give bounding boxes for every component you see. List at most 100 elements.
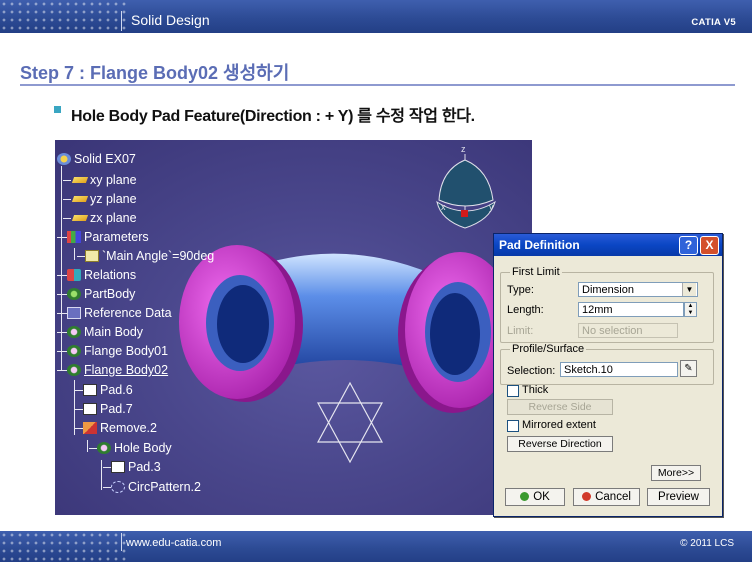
thick-checkbox[interactable] — [507, 385, 519, 397]
more-button[interactable]: More>> — [651, 465, 701, 481]
reverse-side-button: Reverse Side — [507, 399, 613, 415]
tree-item-label: Pad.3 — [128, 460, 161, 474]
tree-item-label: `Main Angle`=90deg — [102, 249, 215, 263]
tree-item-pad7[interactable]: Pad.7 — [75, 402, 133, 416]
length-input-value: 12mm — [582, 304, 613, 316]
tree-item-reference-data[interactable]: Reference Data — [57, 306, 172, 320]
tree-item-label: Pad.6 — [100, 383, 133, 397]
first-limit-label: First Limit — [510, 266, 562, 278]
type-select[interactable]: Dimension ▼ — [578, 282, 698, 297]
tree-item-label: Hole Body — [114, 441, 172, 455]
header-dots — [0, 0, 130, 33]
catia-3d-viewport[interactable]: z x y Solid EX07 xy plane yz plane zx pl… — [55, 140, 532, 515]
pad-icon — [111, 461, 125, 473]
formula-icon — [85, 250, 99, 262]
tree-item-label: Reference Data — [84, 306, 172, 320]
tree-item-main-angle[interactable]: `Main Angle`=90deg — [77, 249, 214, 263]
tree-item-circpattern2[interactable]: CircPattern.2 — [103, 480, 201, 494]
tree-item-parameters[interactable]: Parameters — [57, 230, 149, 244]
header-title: Solid Design — [131, 12, 210, 28]
length-spinner-icon[interactable]: ▲ ▼ — [684, 302, 697, 317]
tree-item-label: Pad.7 — [100, 402, 133, 416]
tree-item-pad3[interactable]: Pad.3 — [103, 460, 161, 474]
footer-site: www.edu-catia.com — [126, 537, 222, 549]
geometrical-set-icon — [67, 307, 81, 319]
dialog-title: Pad Definition — [499, 238, 580, 252]
thick-label: Thick — [522, 384, 549, 396]
help-button[interactable]: ? — [679, 236, 698, 255]
selection-label: Selection: — [507, 365, 556, 377]
preview-button[interactable]: Preview — [647, 488, 710, 506]
tree-item-zx-plane[interactable]: zx plane — [63, 211, 137, 225]
compass-y-label: y — [489, 202, 494, 212]
selection-field[interactable]: Sketch.10 — [560, 362, 678, 377]
footer-divider — [121, 533, 122, 551]
tree-item-label: Parameters — [84, 230, 149, 244]
body-gear-icon — [67, 288, 81, 300]
parameters-icon — [67, 231, 81, 243]
dialog-titlebar[interactable]: Pad Definition ? X — [494, 234, 722, 256]
tree-item-label: xy plane — [90, 173, 137, 187]
step-underline — [20, 84, 735, 86]
plane-icon — [71, 215, 89, 221]
tree-item-label: Main Body — [84, 325, 144, 339]
circular-pattern-icon — [111, 481, 125, 493]
cancel-label: Cancel — [595, 491, 631, 503]
tree-item-yz-plane[interactable]: yz plane — [63, 192, 137, 206]
body-gear-icon — [97, 442, 111, 454]
mirrored-extent-checkbox[interactable] — [507, 420, 519, 432]
compass-widget[interactable]: z x y — [436, 144, 496, 229]
header-divider — [121, 11, 122, 31]
axis-star-symbol — [316, 381, 384, 464]
chevron-down-icon: ▼ — [682, 283, 696, 296]
body-gear-icon — [67, 364, 81, 376]
body-gear-icon — [67, 326, 81, 338]
type-select-value: Dimension — [582, 284, 634, 296]
mirrored-extent-label: Mirrored extent — [522, 419, 596, 431]
reverse-direction-button[interactable]: Reverse Direction — [507, 436, 613, 452]
tree-item-flange-body01[interactable]: Flange Body01 — [57, 344, 168, 358]
tree-item-label: zx plane — [90, 211, 137, 225]
tree-root[interactable]: Solid EX07 — [57, 152, 136, 166]
relations-icon — [67, 269, 81, 281]
tree-item-main-body[interactable]: Main Body — [57, 325, 143, 339]
flange-left — [179, 245, 303, 402]
footer-copyright: © 2011 LCS — [680, 538, 734, 549]
bullet-marker — [54, 106, 61, 113]
tree-item-remove2[interactable]: Remove.2 — [75, 421, 157, 435]
plane-icon — [71, 196, 89, 202]
tree-root-label: Solid EX07 — [74, 152, 136, 166]
tree-item-xy-plane[interactable]: xy plane — [63, 173, 137, 187]
compass-z-label: z — [461, 144, 466, 154]
sketcher-edit-icon[interactable]: ✎ — [680, 360, 697, 377]
tree-item-label: Flange Body01 — [84, 344, 169, 358]
tree-item-pad6[interactable]: Pad.6 — [75, 383, 133, 397]
tree-item-label: Flange Body02 — [84, 363, 169, 377]
ok-button[interactable]: OK — [505, 488, 565, 506]
cancel-button[interactable]: Cancel — [573, 488, 640, 506]
close-button[interactable]: X — [700, 236, 719, 255]
ok-icon — [520, 492, 530, 501]
tree-item-label: PartBody — [84, 287, 136, 301]
limit-field: No selection — [578, 323, 678, 338]
compass-x-label: x — [441, 202, 446, 212]
footer-dots — [0, 531, 130, 562]
part-icon — [57, 153, 71, 165]
limit-field-value: No selection — [582, 325, 643, 337]
tree-item-hole-body[interactable]: Hole Body — [89, 441, 172, 455]
pad-icon — [83, 403, 97, 415]
tree-item-partbody[interactable]: PartBody — [57, 287, 135, 301]
length-label: Length: — [507, 304, 544, 316]
step-title: Step 7 : Flange Body02 생성하기 — [20, 63, 290, 83]
selection-field-value: Sketch.10 — [564, 364, 613, 376]
header-bar: Solid Design CATIA V5 — [0, 0, 752, 33]
ok-label: OK — [533, 491, 550, 503]
tree-item-relations[interactable]: Relations — [57, 268, 136, 282]
limit-label: Limit: — [507, 325, 534, 337]
length-input[interactable]: 12mm — [578, 302, 684, 317]
cancel-icon — [582, 492, 592, 501]
tree-item-flange-body02[interactable]: Flange Body02 — [57, 363, 168, 377]
type-label: Type: — [507, 284, 534, 296]
tree-item-label: Remove.2 — [100, 421, 157, 435]
profile-surface-label: Profile/Surface — [510, 343, 587, 355]
